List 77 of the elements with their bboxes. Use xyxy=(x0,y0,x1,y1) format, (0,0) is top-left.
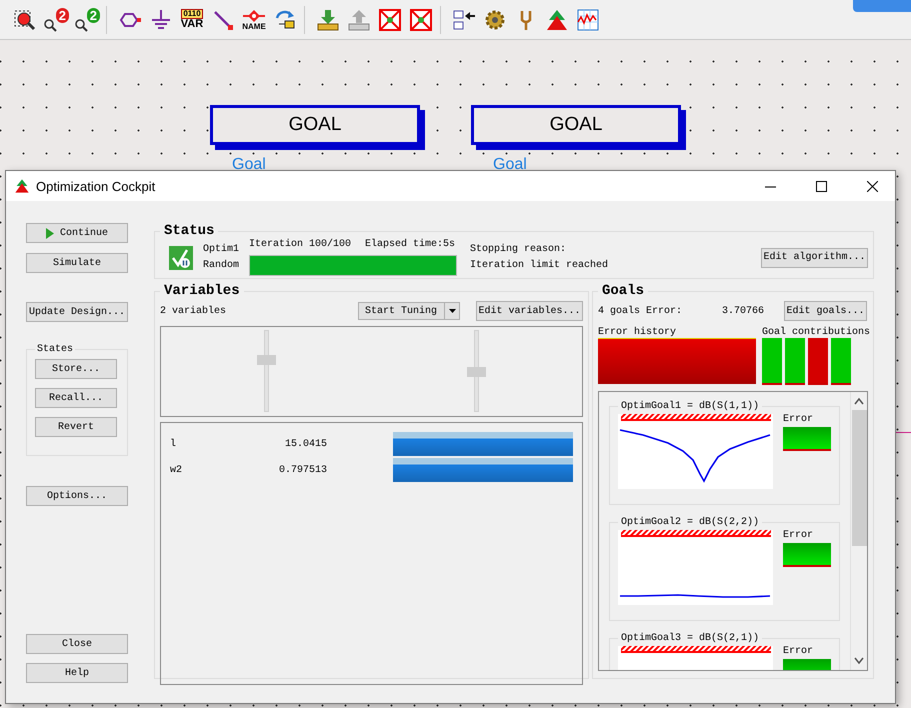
swap-arrow-icon xyxy=(273,8,297,32)
stopping-label: Stopping reason: xyxy=(470,244,568,255)
gear-icon xyxy=(483,8,507,32)
optimization-arrow-icon xyxy=(14,178,30,194)
goal-count: 4 goals xyxy=(598,306,642,316)
scroll-down-icon xyxy=(854,657,864,665)
optimizer-name: Optim1 xyxy=(203,244,240,255)
state-button[interactable]: Revert xyxy=(35,417,117,437)
scrollbar-thumb[interactable] xyxy=(852,410,866,546)
goal-title: OptimGoal3 = dB(S(2,1)) xyxy=(620,633,760,644)
var-code-label: 0110 xyxy=(181,9,203,19)
goal-error-label: Error xyxy=(783,414,814,425)
component-label: Goal xyxy=(232,156,266,174)
zoom-fit-icon xyxy=(13,8,37,32)
variable-value: 0.797513 xyxy=(278,464,327,476)
edit-variables-button[interactable]: Edit variables... xyxy=(476,301,583,321)
side-button[interactable]: Simulate xyxy=(26,253,128,273)
side-button[interactable]: Continue xyxy=(26,223,128,243)
algorithm-name: Random xyxy=(203,260,240,271)
caret-icon xyxy=(448,309,456,313)
goal-title: OptimGoal1 = dB(S(1,1)) xyxy=(620,401,760,412)
variable-value: 15.0415 xyxy=(284,438,327,450)
goal-contributions-label: Goal contributions xyxy=(762,327,870,338)
error-history-label: Error history xyxy=(598,327,678,338)
state-button[interactable]: Store... xyxy=(35,359,117,379)
stopping-reason: Iteration limit reached xyxy=(470,260,608,271)
error-value: 3.70766 xyxy=(722,306,766,316)
goal-error-bar xyxy=(783,543,831,567)
variable-name: l xyxy=(170,438,178,450)
diamond-pin-icon xyxy=(243,8,265,22)
ground-icon xyxy=(149,8,173,32)
maximize-icon xyxy=(816,180,827,192)
side-button[interactable]: Update Design... xyxy=(26,302,128,322)
iteration-count: Iteration 100/100 xyxy=(249,239,352,250)
upload-tray-icon xyxy=(347,8,371,32)
status-heading: Status xyxy=(163,223,216,239)
toolbar-button[interactable]: 2 xyxy=(43,6,69,34)
component-label: Goal xyxy=(493,156,527,174)
zoom-out-icon xyxy=(74,18,88,32)
crossed-out-component-icon xyxy=(378,8,402,32)
schematic-arrow-icon xyxy=(452,8,476,32)
crossed-out-component-icon xyxy=(409,8,433,32)
zoom-in-icon xyxy=(43,18,57,32)
download-tray-icon xyxy=(316,8,340,32)
scroll-up-icon xyxy=(854,397,864,405)
close-icon xyxy=(867,180,878,192)
check-pause-icon xyxy=(169,246,193,270)
tuning-dropdown[interactable]: Start Tuning xyxy=(358,302,460,320)
dialog-button[interactable]: Help xyxy=(26,663,128,683)
elapsed-time: Elapsed time:5s xyxy=(365,239,456,250)
options-button[interactable]: Options... xyxy=(26,486,128,506)
toolbar-button[interactable]: 0110 VAR xyxy=(179,6,205,34)
optimization-arrow-icon xyxy=(545,8,569,32)
edit-algorithm-button[interactable]: Edit algorithm... xyxy=(761,248,868,268)
play-icon xyxy=(46,228,54,238)
zoom-step-label: 2 xyxy=(56,8,69,22)
goal-error-bar xyxy=(783,427,831,451)
goal-title: OptimGoal2 = dB(S(2,2)) xyxy=(620,517,760,528)
zoom-step-label: 2 xyxy=(86,8,100,22)
var-label: VAR xyxy=(180,19,204,30)
dialog-button[interactable]: Close xyxy=(26,634,128,654)
slider-thumb[interactable] xyxy=(256,354,276,365)
states-heading: States xyxy=(36,344,74,355)
goal-error-label: Error xyxy=(783,530,814,541)
window-title: Optimization Cockpit xyxy=(36,178,156,194)
variable-name: w2 xyxy=(170,464,184,476)
state-button[interactable]: Recall... xyxy=(35,388,117,408)
edit-goals-button[interactable]: Edit goals... xyxy=(784,301,867,321)
variable-count: 2 variables xyxy=(160,306,226,316)
goal-error-label: Error xyxy=(783,646,814,657)
error-label: Error: xyxy=(646,306,684,316)
goals-heading: Goals xyxy=(601,283,646,299)
variables-heading: Variables xyxy=(163,283,241,299)
name-label: NAME xyxy=(242,22,266,30)
plot-grid-icon xyxy=(576,8,600,32)
toolbar-button[interactable]: NAME xyxy=(241,6,267,34)
slider-thumb[interactable] xyxy=(467,367,486,377)
